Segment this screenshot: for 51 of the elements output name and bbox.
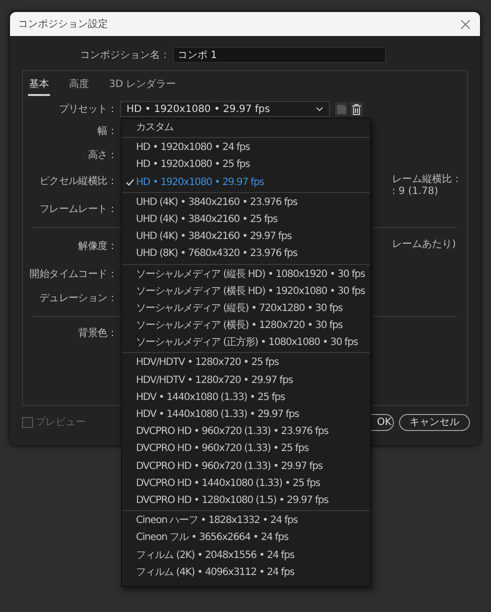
menu-item[interactable]: HD • 1920x1080 • 29.97 fps: [122, 174, 370, 191]
preview-checkbox[interactable]: [22, 417, 33, 428]
field-label: 開始タイムコード：: [28, 268, 117, 282]
tab[interactable]: 3D レンダラー: [108, 76, 178, 96]
menu-item[interactable]: Cineon フル • 3656x2664 • 24 fps: [122, 529, 370, 546]
field-label: プリセット：: [58, 102, 117, 116]
menu-item[interactable]: HD • 1920x1080 • 24 fps: [122, 139, 370, 156]
menu-item[interactable]: ソーシャルメディア (横長 HD) • 1920x1080 • 30 fps: [122, 282, 370, 300]
field-label: 背景色：: [77, 326, 117, 341]
menu-item[interactable]: ソーシャルメディア (縦長) • 720x1280 • 30 fps: [122, 300, 370, 318]
chevron-down-icon: [316, 106, 322, 112]
menu-item[interactable]: フィルム (4K) • 4096x3112 • 24 fps: [122, 564, 370, 581]
field-label: ピクセル縦横比：: [38, 174, 117, 188]
setting-text: レーム縦横比：: [392, 174, 462, 186]
menu-item[interactable]: HD • 1920x1080 • 25 fps: [122, 156, 370, 174]
menu-item[interactable]: Cineon ハーフ • 1828x1332 • 24 fps: [122, 512, 370, 530]
field-label: 高さ：: [86, 148, 117, 163]
delete-preset-button[interactable]: [350, 102, 363, 116]
menu-item[interactable]: DVCPRO HD • 960x720 (1.33) • 25 fps: [122, 440, 370, 458]
menu-item[interactable]: ソーシャルメディア (横長) • 1280x720 • 30 fps: [122, 317, 370, 334]
tab[interactable]: 基本: [28, 76, 50, 96]
menu-item[interactable]: HDV • 1440x1080 (1.33) • 25 fps: [122, 388, 370, 406]
close-icon[interactable]: [461, 20, 470, 28]
checkbox-label: プレビュー: [36, 416, 86, 430]
menu-item[interactable]: UHD (4K) • 3840x2160 • 25 fps: [122, 210, 370, 228]
menu-item[interactable]: DVCPRO HD • 960x720 (1.33) • 29.97 fps: [122, 458, 370, 475]
menu-item[interactable]: HDV/HDTV • 1280x720 • 29.97 fps: [122, 372, 370, 389]
preset-dropdown[interactable]: HD • 1920x1080 • 29.97 fps: [120, 101, 330, 117]
name-field[interactable]: コンポ 1: [172, 47, 386, 63]
dropdown-value: HD • 1920x1080 • 29.97 fps: [126, 102, 270, 116]
menu-item[interactable]: UHD (4K) • 3840x2160 • 23.976 fps: [122, 194, 370, 211]
menu-item[interactable]: UHD (4K) • 3840x2160 • 29.97 fps: [122, 228, 370, 246]
field-label: 幅：: [96, 125, 117, 139]
menu-item[interactable]: DVCPRO HD • 1280x1080 (1.5) • 29.97 fps: [122, 492, 370, 510]
field-label: 解像度：: [77, 240, 117, 254]
field-label: フレームレート：: [38, 203, 117, 217]
field-label: コンポジション名：: [79, 48, 170, 62]
field-label: デュレーション：: [38, 292, 117, 306]
menu-item[interactable]: ソーシャルメディア (縦長 HD) • 1080x1920 • 30 fps: [122, 266, 370, 283]
tab[interactable]: 高度: [68, 76, 90, 96]
menu-item[interactable]: DVCPRO HD • 1440x1080 (1.33) • 25 fps: [122, 474, 370, 492]
menu-item[interactable]: UHD (8K) • 7680x4320 • 23.976 fps: [122, 245, 370, 262]
menu-item[interactable]: フィルム (2K) • 2048x1556 • 24 fps: [122, 546, 370, 564]
menu-item[interactable]: ソーシャルメディア (正方形) • 1080x1080 • 30 fps: [122, 334, 370, 352]
menu-item[interactable]: カスタム: [122, 119, 370, 136]
window-title: コンポジション設定: [18, 18, 108, 32]
cancel-button[interactable]: キャンセル: [399, 414, 470, 431]
setting-text: : 9 (1.78): [392, 186, 440, 198]
check-icon: [126, 178, 134, 186]
setting-text: レームあたり): [392, 238, 456, 250]
menu-item[interactable]: HDV/HDTV • 1280x720 • 25 fps: [122, 354, 370, 372]
